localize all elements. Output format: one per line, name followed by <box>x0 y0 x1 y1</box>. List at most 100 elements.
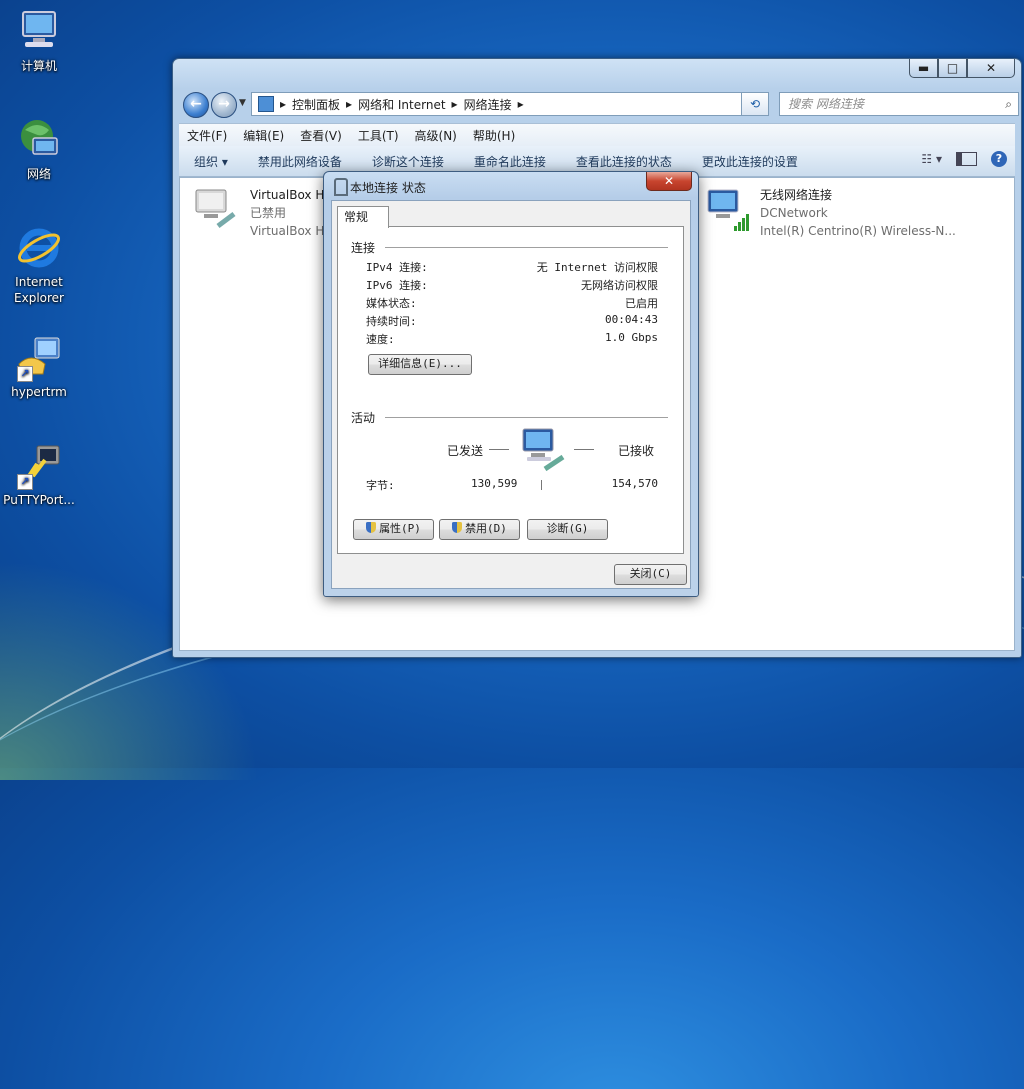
properties-label: 属性(P) <box>379 522 421 535</box>
menu-edit[interactable]: 编辑(E) <box>235 127 292 144</box>
navigation-bar: ← → ▼ ▸ 控制面板 ▸ 网络和 Internet ▸ 网络连接 ▸ ▼ ⟲… <box>179 89 1019 119</box>
desktop-icon-network[interactable]: 网络 <box>1 116 77 182</box>
connection-status: DCNetwork <box>760 206 828 220</box>
menu-tools[interactable]: 工具(T) <box>350 127 407 144</box>
sent-line <box>489 449 509 450</box>
connection-name: VirtualBox H <box>250 188 325 202</box>
connection-device: VirtualBox H <box>250 224 325 238</box>
desktop-icon-internet-explorer[interactable]: Internet Explorer <box>1 224 77 306</box>
hyperterminal-icon: ↗ <box>15 334 63 382</box>
computer-icon <box>15 8 63 56</box>
disable-label: 禁用(D) <box>465 522 507 535</box>
duration-row: 持续时间: 00:04:43 <box>366 313 658 329</box>
received-label: 已接收 <box>618 444 655 458</box>
breadcrumb-network-internet[interactable]: 网络和 Internet <box>358 96 445 113</box>
diagnose-connection-button[interactable]: 诊断这个连接 <box>357 153 459 170</box>
connection-item-wireless[interactable]: 无线网络连接 DCNetwork Intel(R) Centrino(R) Wi… <box>704 186 956 240</box>
internet-explorer-icon <box>15 224 63 272</box>
connection-status: 已禁用 <box>250 206 287 220</box>
media-state-label: 媒体状态: <box>366 297 417 310</box>
ipv4-row: IPv4 连接: 无 Internet 访问权限 <box>366 259 658 275</box>
duration-label: 持续时间: <box>366 315 417 328</box>
breadcrumb-control-panel[interactable]: 控制面板 <box>292 96 340 113</box>
wireless-network-icon <box>704 186 752 234</box>
tab-general[interactable]: 常规 <box>337 206 389 228</box>
desktop-icon-computer[interactable]: 计算机 <box>1 8 77 74</box>
bytes-label: 字节: <box>366 479 395 492</box>
dialog-title: 本地连接 状态 <box>350 181 426 195</box>
desktop-icon-label: PuTTYPort... <box>3 493 75 507</box>
disable-device-button[interactable]: 禁用此网络设备 <box>243 153 357 170</box>
media-state-value: 已启用 <box>625 297 658 310</box>
breadcrumb-separator-icon[interactable]: ▸ <box>280 97 286 111</box>
wired-network-disabled-icon <box>194 186 242 234</box>
search-placeholder: 搜索 网络连接 <box>788 97 864 111</box>
properties-button[interactable]: 属性(P) <box>353 519 434 540</box>
desktop-icon-label: Internet Explorer <box>14 275 64 305</box>
breadcrumb-network-connections[interactable]: 网络连接 <box>464 96 512 113</box>
dialog-close-icon[interactable]: ✕ <box>646 172 692 191</box>
connection-section: 连接 <box>351 239 668 256</box>
breadcrumb-separator-icon[interactable]: ▸ <box>452 97 458 111</box>
desktop-icon-hypertrm[interactable]: ↗ hypertrm <box>1 334 77 400</box>
diagnose-button[interactable]: 诊断(G) <box>527 519 608 540</box>
refresh-button[interactable]: ⟲ <box>741 92 769 116</box>
activity-section-label: 活动 <box>351 411 376 425</box>
menu-advanced[interactable]: 高级(N) <box>407 127 465 144</box>
close-window-button[interactable]: ✕ <box>967 59 1015 78</box>
uac-shield-icon <box>452 522 463 533</box>
menu-view[interactable]: 查看(V) <box>292 127 350 144</box>
desktop-icon-label: 网络 <box>26 167 51 181</box>
ipv6-label: IPv6 连接: <box>366 279 428 292</box>
caption-buttons: ▬ □ ✕ <box>909 59 1015 78</box>
received-line <box>574 449 594 450</box>
menu-help[interactable]: 帮助(H) <box>465 127 523 144</box>
sent-label: 已发送 <box>447 444 484 458</box>
rename-connection-button[interactable]: 重命名此连接 <box>459 153 561 170</box>
bytes-received: 154,570 <box>611 477 658 490</box>
help-icon[interactable]: ? <box>991 151 1007 167</box>
connection-item-virtualbox[interactable]: VirtualBox H 已禁用 VirtualBox H <box>194 186 324 240</box>
organize-button[interactable]: 组织 ▾ <box>179 153 243 170</box>
shortcut-arrow-icon: ↗ <box>17 366 33 382</box>
breadcrumb-separator-icon[interactable]: ▸ <box>346 97 352 111</box>
back-button[interactable]: ← <box>183 92 209 118</box>
disable-button[interactable]: 禁用(D) <box>439 519 520 540</box>
change-settings-button[interactable]: 更改此连接的设置 <box>687 153 813 170</box>
close-button[interactable]: 关闭(C) <box>614 564 687 585</box>
view-options-icon[interactable]: ☷ ▾ <box>921 152 942 166</box>
desktop-icon-label: hypertrm <box>11 385 67 399</box>
connection-device: Intel(R) Centrino(R) Wireless-N... <box>760 224 956 238</box>
preview-pane-icon[interactable] <box>956 152 977 166</box>
connection-name: 无线网络连接 <box>760 188 833 202</box>
general-tab-panel: 连接 IPv4 连接: 无 Internet 访问权限 IPv6 连接: 无网络… <box>337 226 684 554</box>
search-input[interactable]: 搜索 网络连接 ⌕ <box>779 92 1019 116</box>
bytes-sent: 130,599 <box>471 477 518 490</box>
connection-section-label: 连接 <box>351 241 376 255</box>
network-adapter-icon <box>334 178 348 196</box>
search-icon[interactable]: ⌕ <box>997 93 1012 115</box>
speed-label: 速度: <box>366 333 395 346</box>
minimize-button[interactable]: ▬ <box>909 59 938 78</box>
bytes-row: 字节: 130,599 154,570 <box>366 477 658 493</box>
speed-value: 1.0 Gbps <box>605 331 658 344</box>
activity-computers-icon <box>521 427 569 478</box>
breadcrumb-separator-icon[interactable]: ▸ <box>518 97 524 111</box>
details-button[interactable]: 详细信息(E)... <box>368 354 472 375</box>
view-status-button[interactable]: 查看此连接的状态 <box>561 153 687 170</box>
ipv6-row: IPv6 连接: 无网络访问权限 <box>366 277 658 293</box>
duration-value: 00:04:43 <box>605 313 658 326</box>
history-dropdown-icon[interactable]: ▼ <box>239 98 246 108</box>
media-state-row: 媒体状态: 已启用 <box>366 295 658 311</box>
forward-button[interactable]: → <box>211 92 237 118</box>
uac-shield-icon <box>366 522 377 533</box>
activity-section: 活动 <box>351 409 668 426</box>
network-globe-icon <box>15 116 63 164</box>
ipv4-value: 无 Internet 访问权限 <box>536 261 658 274</box>
shortcut-arrow-icon: ↗ <box>17 474 33 490</box>
address-bar[interactable]: ▸ 控制面板 ▸ 网络和 Internet ▸ 网络连接 ▸ ▼ <box>251 92 767 116</box>
menu-file[interactable]: 文件(F) <box>179 127 235 144</box>
desktop-icon-putty[interactable]: ↗ PuTTYPort... <box>1 442 77 508</box>
maximize-button[interactable]: □ <box>938 59 967 78</box>
ipv6-value: 无网络访问权限 <box>581 279 658 292</box>
